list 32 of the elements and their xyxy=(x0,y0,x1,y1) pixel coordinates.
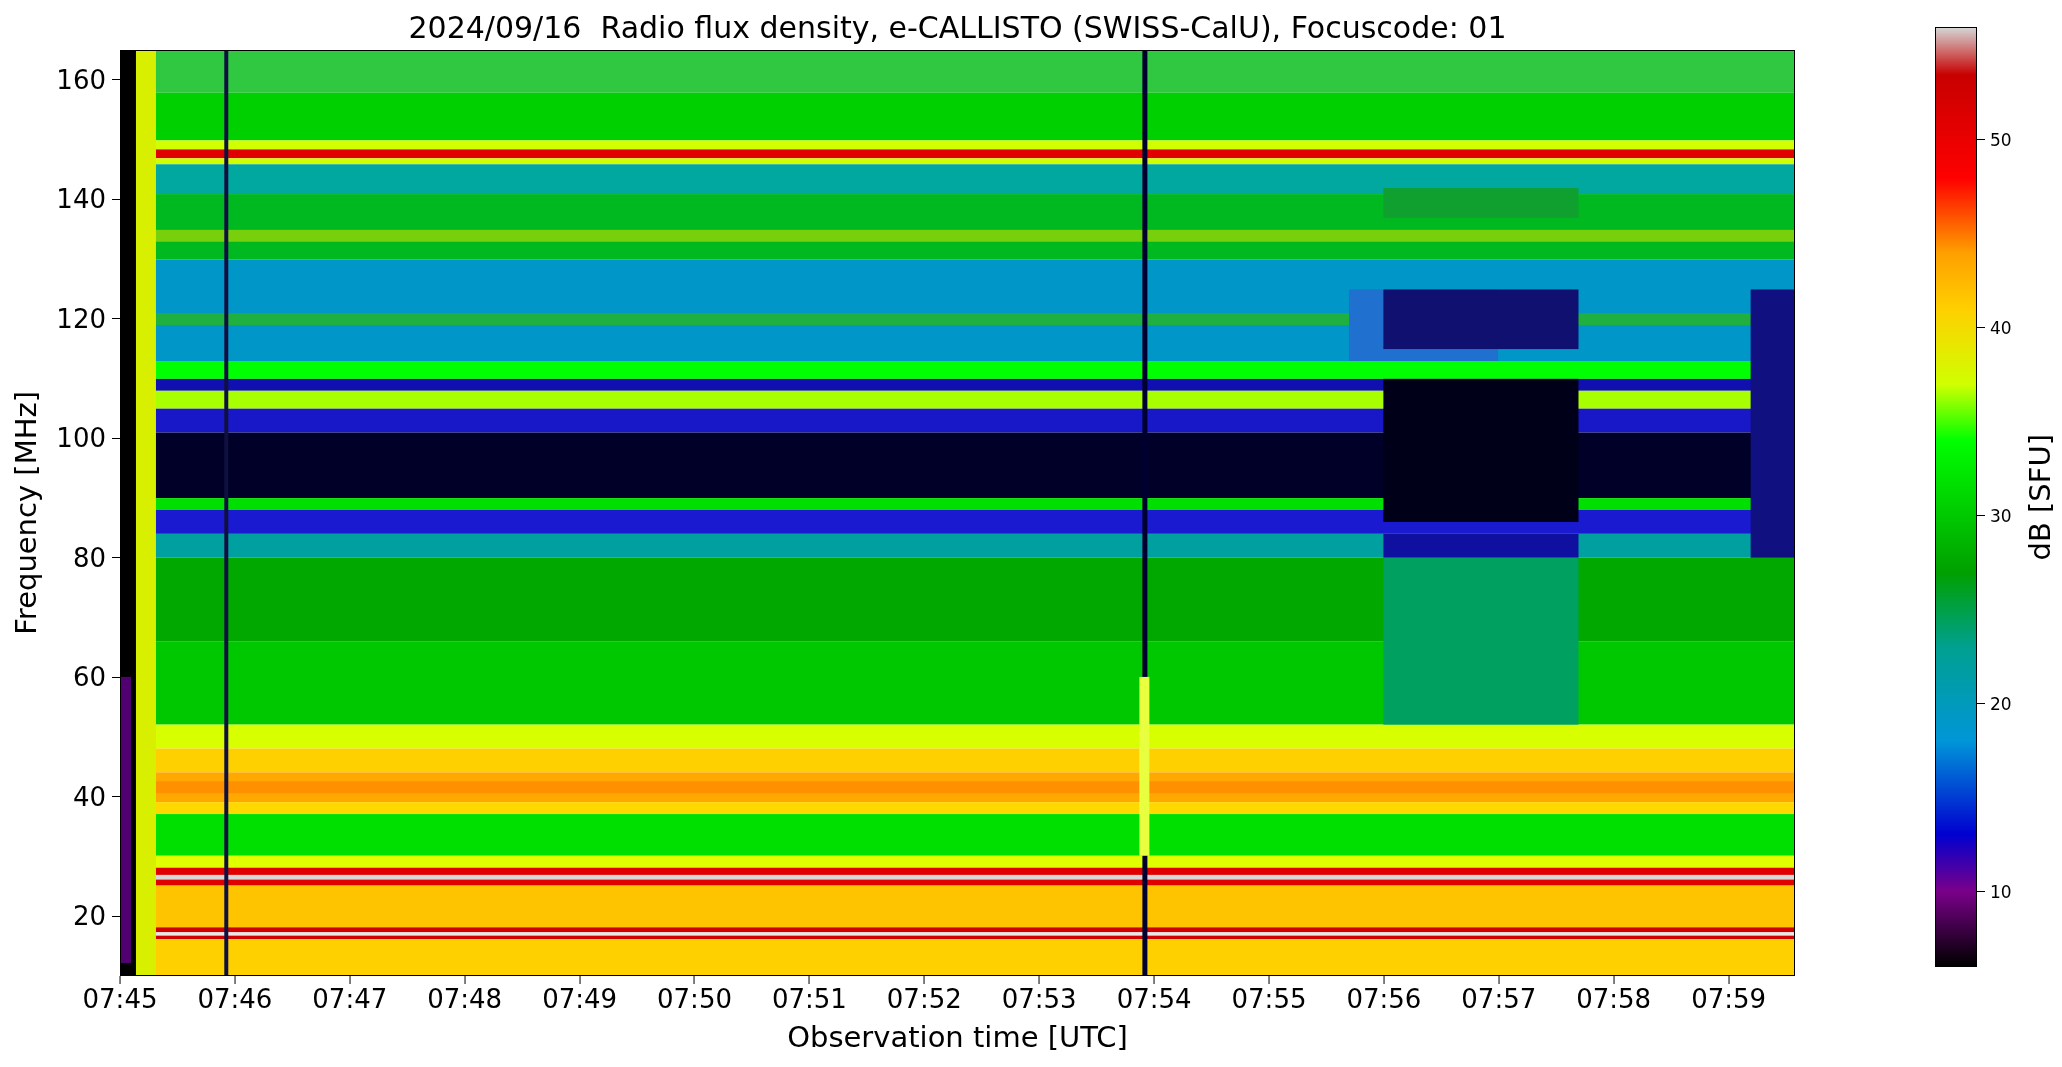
x-axis-label: Observation time [UTC] xyxy=(787,1020,1128,1054)
x-tick-label: 07:55 xyxy=(1231,984,1307,1014)
x-tick-label: 07:51 xyxy=(771,984,847,1014)
chart-title: 2024/09/16 Radio flux density, e-CALLISTO (SWISS-CalU), Focuscode: 01 xyxy=(407,8,1508,47)
y-tick-label: 20 xyxy=(72,901,106,932)
x-tick-label: 07:49 xyxy=(542,984,618,1014)
x-tick-label: 07:54 xyxy=(1116,984,1192,1014)
x-tick-label: 07:48 xyxy=(427,984,503,1014)
x-tick-label: 07:47 xyxy=(312,984,388,1014)
y-tick-label: 100 xyxy=(56,423,106,454)
colorbar-tick-label: 50 xyxy=(1990,129,2012,150)
x-tick-label: 07:56 xyxy=(1346,984,1422,1014)
y-tick-label: 80 xyxy=(72,542,106,573)
colorbar-tick-label: 20 xyxy=(1990,693,2012,714)
y-tick-label: 60 xyxy=(72,662,106,693)
y-tick-label: 160 xyxy=(56,64,106,95)
x-tick-label: 07:57 xyxy=(1461,984,1537,1014)
colorbar-tick-label: 10 xyxy=(1990,881,2012,902)
x-tick-label: 07:59 xyxy=(1691,984,1767,1014)
x-tick-label: 07:53 xyxy=(1001,984,1077,1014)
y-tick-label: 40 xyxy=(72,781,106,812)
x-tick-label: 07:58 xyxy=(1576,984,1652,1014)
colorbar-tick-label: 40 xyxy=(1990,317,2012,338)
colorbar-tick-label: 30 xyxy=(1990,505,2012,526)
y-tick-label: 120 xyxy=(56,303,106,334)
y-tick-label: 140 xyxy=(56,184,106,215)
x-tick-label: 07:52 xyxy=(886,984,962,1014)
y-axis-label: Frequency [MHz] xyxy=(9,391,43,635)
x-tick-label: 07:46 xyxy=(197,984,273,1014)
x-tick-label: 07:45 xyxy=(82,984,158,1014)
x-tick-label: 07:50 xyxy=(657,984,732,1014)
colorbar-label: dB [SFU] xyxy=(2022,433,2057,561)
